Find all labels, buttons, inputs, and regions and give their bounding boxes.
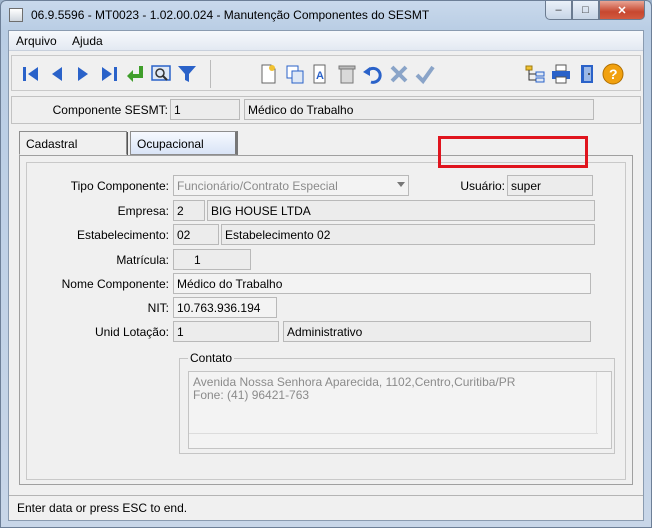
horizontal-scrollbar[interactable] <box>189 433 598 448</box>
status-bar: Enter data or press ESC to end. <box>9 495 643 520</box>
previous-record-icon[interactable] <box>44 61 70 87</box>
contato-legend: Contato <box>188 351 235 365</box>
toolbar: A ? <box>11 55 641 91</box>
matricula-label: Matrícula: <box>116 253 169 267</box>
next-record-icon[interactable] <box>70 61 96 87</box>
nit-field[interactable]: 10.763.936.194 <box>173 297 277 318</box>
usuario-label: Usuário: <box>460 179 505 193</box>
help-icon[interactable]: ? <box>600 61 626 87</box>
estabelecimento-name-field: Estabelecimento 02 <box>221 224 595 245</box>
contato-phone: Fone: (41) 96421-763 <box>193 388 310 402</box>
empresa-name-field: BIG HOUSE LTDA <box>207 200 595 221</box>
unid-lotacao-label: Unid Lotação: <box>94 325 169 339</box>
close-button[interactable]: ✕ <box>599 1 645 20</box>
menu-bar: Arquivo Ajuda <box>9 31 643 51</box>
app-window: 06.9.5596 - MT0023 - 1.02.00.024 - Manut… <box>0 0 652 528</box>
menu-arquivo[interactable]: Arquivo <box>16 34 57 48</box>
first-record-icon[interactable] <box>18 61 44 87</box>
goto-icon[interactable] <box>122 61 148 87</box>
estabelecimento-label: Estabelecimento: <box>76 228 169 242</box>
unid-lotacao-name-field: Administrativo <box>283 321 591 342</box>
header-panel: Componente SESMT: 1 Médico do Trabalho <box>11 96 641 124</box>
componente-code-field[interactable]: 1 <box>170 99 240 120</box>
edit-record-icon[interactable]: A <box>308 61 334 87</box>
nit-label: NIT: <box>147 301 169 315</box>
svg-text:A: A <box>316 70 324 82</box>
confirm-icon[interactable] <box>412 61 438 87</box>
componente-desc-field: Médico do Trabalho <box>244 99 594 120</box>
matricula-field[interactable]: 1 <box>173 249 251 270</box>
contato-textarea[interactable]: Avenida Nossa Senhora Aparecida, 1102,Ce… <box>188 371 612 449</box>
usuario-field: super <box>507 175 593 196</box>
nome-componente-field[interactable]: Médico do Trabalho <box>173 273 591 294</box>
form-area: Tipo Componente: Funcionário/Contrato Es… <box>26 162 626 480</box>
minimize-button[interactable]: – <box>545 1 572 20</box>
nome-componente-label: Nome Componente: <box>61 277 169 291</box>
empresa-label: Empresa: <box>117 204 169 218</box>
window-controls: – □ ✕ <box>545 1 645 21</box>
cancel-icon[interactable] <box>386 61 412 87</box>
copy-record-icon[interactable] <box>282 61 308 87</box>
maximize-button[interactable]: □ <box>572 1 599 20</box>
tab-ocupacional[interactable]: Ocupacional <box>130 131 238 155</box>
empresa-code-field[interactable]: 2 <box>173 200 205 221</box>
search-icon[interactable] <box>148 61 174 87</box>
tipo-componente-label: Tipo Componente: <box>70 179 169 193</box>
vertical-scrollbar[interactable] <box>596 372 611 434</box>
delete-record-icon[interactable] <box>334 61 360 87</box>
contato-group: Contato Avenida Nossa Senhora Aparecida,… <box>179 351 615 454</box>
undo-icon[interactable] <box>360 61 386 87</box>
chevron-down-icon <box>397 182 405 187</box>
tipo-componente-value: Funcionário/Contrato Especial <box>177 179 338 193</box>
tab-cadastral[interactable]: Cadastral <box>19 131 127 155</box>
unid-lotacao-code-field[interactable]: 1 <box>173 321 279 342</box>
title-bar[interactable]: 06.9.5596 - MT0023 - 1.02.00.024 - Manut… <box>1 1 651 29</box>
tree-icon[interactable] <box>522 61 548 87</box>
tipo-componente-select[interactable]: Funcionário/Contrato Especial <box>173 175 409 196</box>
help-glyph: ? <box>609 66 618 82</box>
print-icon[interactable] <box>548 61 574 87</box>
usuario-highlight-box <box>438 136 588 168</box>
filter-icon[interactable] <box>174 61 200 87</box>
estabelecimento-code-field[interactable]: 02 <box>173 224 219 245</box>
last-record-icon[interactable] <box>96 61 122 87</box>
window-title: 06.9.5596 - MT0023 - 1.02.00.024 - Manut… <box>31 8 430 22</box>
client-area: Arquivo Ajuda A ? Componente SESMT: 1 Mé… <box>8 30 644 521</box>
toolbar-separator <box>210 60 211 88</box>
new-record-icon[interactable] <box>256 61 282 87</box>
componente-sesmt-label: Componente SESMT: <box>52 103 168 117</box>
tab-panel-cadastral: Tipo Componente: Funcionário/Contrato Es… <box>19 155 633 485</box>
menu-ajuda[interactable]: Ajuda <box>72 34 103 48</box>
app-icon <box>9 8 23 22</box>
exit-icon[interactable] <box>574 61 600 87</box>
